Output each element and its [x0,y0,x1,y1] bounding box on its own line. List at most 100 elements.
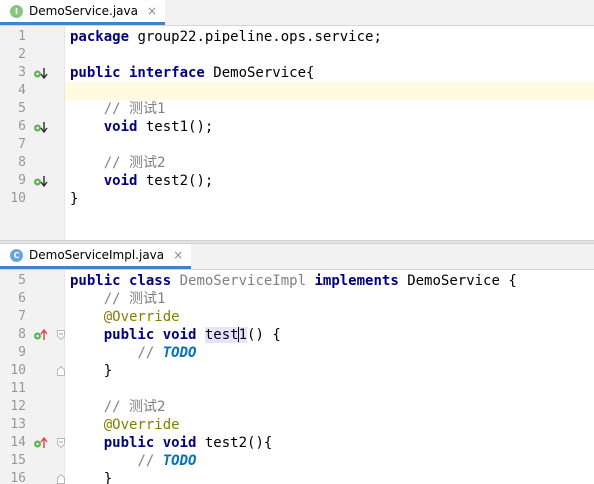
code-area[interactable]: public class DemoServiceImpl implements … [65,270,594,484]
gutter-line: 8 [0,326,65,344]
editor-tab-bar: I DemoService.java × [0,0,594,26]
keyword-token: package [70,29,130,45]
code-line[interactable]: // 测试1 [65,290,594,308]
line-number[interactable]: 6 [0,118,26,136]
code-line[interactable]: void test2(); [65,172,594,190]
code-line-text: // 测试1 [70,100,166,118]
code-line[interactable]: } [65,362,594,380]
code-line[interactable]: // 测试1 [65,100,594,118]
code-line-text: @Override [70,416,180,434]
highlighted-token: 1 [238,327,248,343]
implemented-by-icon[interactable] [33,121,49,133]
code-line[interactable] [65,82,594,100]
code-line[interactable]: @Override [65,416,594,434]
code-line[interactable]: } [65,470,594,484]
line-number[interactable]: 9 [0,172,26,190]
gutter-line: 12 [0,398,64,416]
line-number[interactable]: 3 [0,64,26,82]
code-line[interactable]: public class DemoServiceImpl implements … [65,272,594,290]
tab-label: DemoServiceImpl.java [29,248,165,262]
code-token: } [70,471,113,484]
code-line-text: } [70,362,112,380]
line-number[interactable]: 7 [0,308,26,326]
code-line-text: // TODO [70,452,196,470]
line-number[interactable]: 4 [0,82,26,100]
identifier-token: DemoServiceImpl [179,273,307,289]
code-editor[interactable]: 1 2 3 4 5 6 7 8 9 10 package group22.pipeline.ops… [0,26,594,240]
implemented-by-icon[interactable] [33,175,49,187]
code-line[interactable]: // TODO [65,344,594,362]
comment-token: // 测试1 [103,291,166,307]
code-line[interactable]: // 测试2 [65,154,594,172]
code-token: } [70,363,113,379]
gutter-line: 8 [0,154,64,172]
keyword-token: public interface [70,65,205,81]
code-line-text: } [70,190,78,208]
code-line-text: } [70,470,112,484]
code-line-text: public interface DemoService{ [70,64,314,82]
code-line[interactable]: } [65,190,594,208]
tab-demoservice-java[interactable]: I DemoService.java × [0,0,166,25]
code-line-text: @Override [70,308,180,326]
code-line[interactable]: public void test2(){ [65,434,594,452]
implements-method-icon[interactable] [33,329,49,341]
code-line-text: // 测试2 [70,154,166,172]
line-number[interactable]: 8 [0,154,26,172]
code-line-text: public class DemoServiceImpl implements … [70,272,517,290]
line-number[interactable]: 12 [0,398,26,416]
line-number[interactable]: 9 [0,344,26,362]
line-gutter: 1 2 3 4 5 6 7 8 9 10 [0,26,65,240]
line-number[interactable]: 6 [0,290,26,308]
gutter-line: 13 [0,416,64,434]
line-number[interactable]: 15 [0,452,26,470]
implements-method-icon[interactable] [33,437,49,449]
line-number[interactable]: 2 [0,46,26,64]
code-line[interactable] [65,136,594,154]
code-area[interactable]: package group22.pipeline.ops.service; pub… [65,26,594,240]
code-token: test1(); [137,119,214,135]
keyword-token: implements [314,273,399,289]
line-number[interactable]: 1 [0,28,26,46]
code-line[interactable] [65,46,594,64]
code-line[interactable]: public void test1() { [65,326,594,344]
line-number[interactable]: 7 [0,136,26,154]
code-line[interactable]: // TODO [65,452,594,470]
line-number[interactable]: 5 [0,100,26,118]
gutter-line: 4 [0,82,64,100]
annotation-token: @Override [103,309,180,325]
code-line[interactable]: package group22.pipeline.ops.service; [65,28,594,46]
code-token: test2(){ [196,435,273,451]
line-number[interactable]: 13 [0,416,26,434]
code-token: group22.pipeline.ops.service; [129,29,382,45]
code-line[interactable]: // 测试2 [65,398,594,416]
code-line[interactable] [65,380,594,398]
gutter-line: 2 [0,46,64,64]
line-number[interactable]: 14 [0,434,26,452]
keyword-token: public void [103,435,197,451]
close-tab-icon[interactable]: × [147,4,157,18]
code-line[interactable]: void test1(); [65,118,594,136]
line-number[interactable]: 8 [0,326,26,344]
top-editor-pane: I DemoService.java × 1 2 3 4 5 6 7 8 9 10 package… [0,0,594,240]
line-number[interactable]: 11 [0,380,26,398]
gutter-line: 9 [0,172,64,190]
line-number[interactable]: 16 [0,470,26,484]
line-number[interactable]: 5 [0,272,26,290]
code-line[interactable]: public interface DemoService{ [65,64,594,82]
line-number[interactable]: 10 [0,362,26,380]
code-token: } [70,191,79,207]
close-tab-icon[interactable]: × [173,248,183,262]
code-line[interactable]: @Override [65,308,594,326]
line-number[interactable]: 10 [0,190,26,208]
annotation-token: @Override [103,417,180,433]
tab-demoserviceimpl-java[interactable]: C DemoServiceImpl.java × [0,244,192,269]
code-editor[interactable]: 5 6 7 8 9 10 11 12 13 14 15 16 public class DemoSer… [0,270,594,484]
implemented-by-icon[interactable] [33,67,49,79]
